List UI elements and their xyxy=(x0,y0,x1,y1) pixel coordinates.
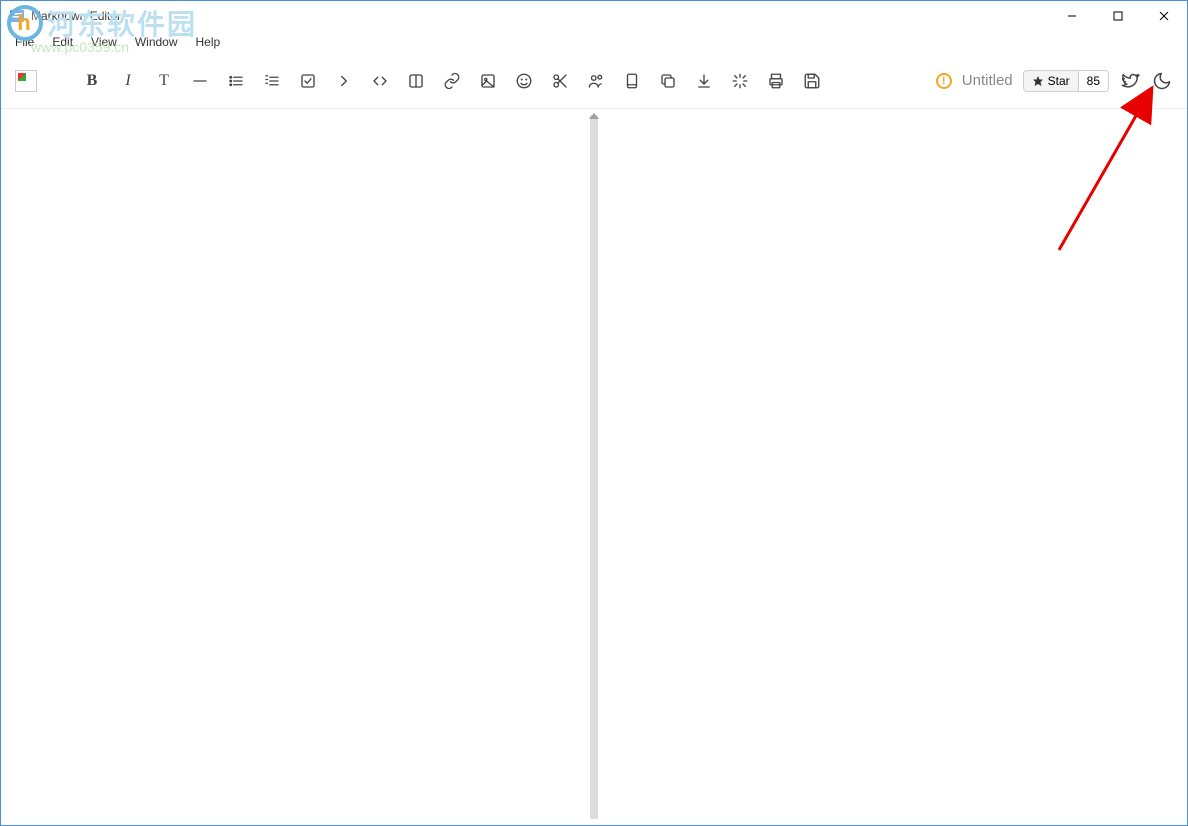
preview-pane xyxy=(600,109,1187,825)
minimize-button[interactable] xyxy=(1049,1,1095,31)
menu-window[interactable]: Window xyxy=(127,33,186,51)
download-button[interactable] xyxy=(693,70,715,92)
logo-placeholder-icon xyxy=(15,70,37,92)
close-button[interactable] xyxy=(1141,1,1187,31)
unsaved-warning-icon: ! xyxy=(936,73,952,89)
github-star-badge[interactable]: Star 85 xyxy=(1023,70,1109,92)
italic-button[interactable]: I xyxy=(117,70,139,92)
editor-area xyxy=(1,109,1187,825)
users-icon[interactable] xyxy=(585,70,607,92)
menu-edit[interactable]: Edit xyxy=(44,33,81,51)
scissors-icon[interactable] xyxy=(549,70,571,92)
code-button[interactable] xyxy=(369,70,391,92)
menu-view[interactable]: View xyxy=(83,33,125,51)
twitter-button[interactable] xyxy=(1119,70,1141,92)
maximize-button[interactable] xyxy=(1095,1,1141,31)
print-button[interactable] xyxy=(765,70,787,92)
dark-mode-button[interactable] xyxy=(1151,70,1173,92)
star-label: Star xyxy=(1048,74,1070,88)
ordered-list-button[interactable] xyxy=(261,70,283,92)
horizontal-rule-button[interactable] xyxy=(189,70,211,92)
star-icon xyxy=(1032,75,1044,87)
scrollbar-track[interactable] xyxy=(590,115,598,819)
app-icon xyxy=(9,8,25,24)
save-button[interactable] xyxy=(801,70,823,92)
window-title: Markdown Editor xyxy=(31,9,121,23)
emoji-button[interactable] xyxy=(513,70,535,92)
editor-pane[interactable] xyxy=(1,109,588,825)
menubar: File Edit View Window Help xyxy=(1,31,1187,53)
titlebar: Markdown Editor xyxy=(1,1,1187,31)
link-button[interactable] xyxy=(441,70,463,92)
bold-button[interactable]: B xyxy=(81,70,103,92)
checklist-button[interactable] xyxy=(297,70,319,92)
menu-help[interactable]: Help xyxy=(188,33,229,51)
unordered-list-button[interactable] xyxy=(225,70,247,92)
copy-button[interactable] xyxy=(657,70,679,92)
quote-button[interactable] xyxy=(333,70,355,92)
document-title: Untitled xyxy=(962,72,1013,89)
device-icon[interactable] xyxy=(621,70,643,92)
loading-icon[interactable] xyxy=(729,70,751,92)
split-divider[interactable] xyxy=(588,109,600,825)
star-count: 85 xyxy=(1079,71,1108,91)
heading-button[interactable]: T xyxy=(153,70,175,92)
table-button[interactable] xyxy=(405,70,427,92)
menu-file[interactable]: File xyxy=(7,33,42,51)
image-button[interactable] xyxy=(477,70,499,92)
scroll-up-arrow-icon xyxy=(589,113,599,119)
toolbar: B I T ! Untitled Star 85 xyxy=(1,53,1187,109)
